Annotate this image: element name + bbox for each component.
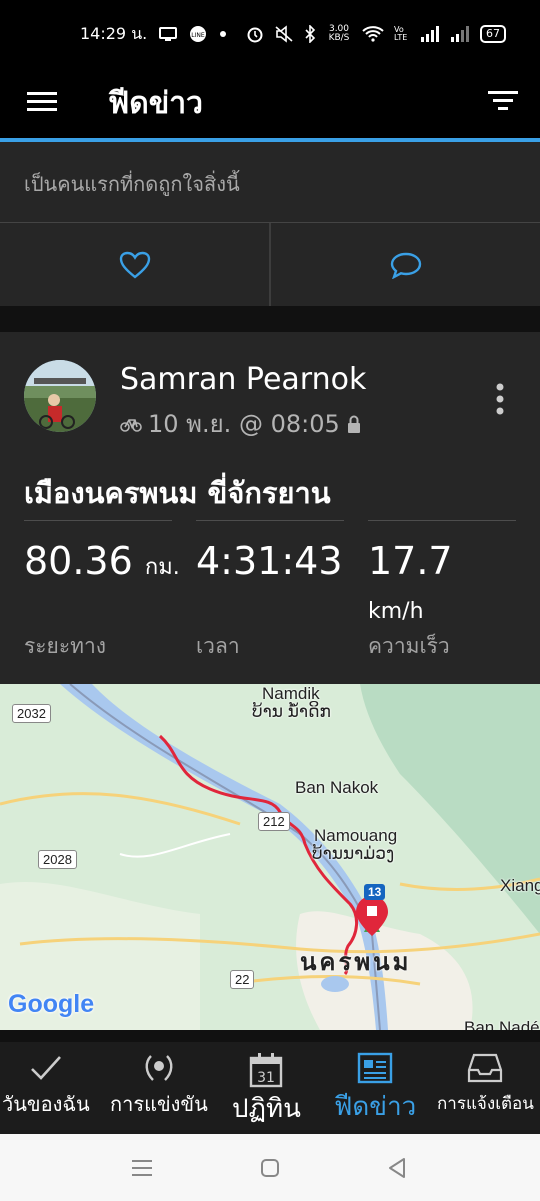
activity-meta: 10 พ.ย. @ 08:05 — [120, 404, 362, 443]
nav-calendar[interactable]: 31 ปฏิทิน — [232, 1052, 301, 1129]
hamburger-menu-icon[interactable] — [26, 86, 58, 118]
nav-notifications[interactable]: การแจ้งเตือน — [437, 1052, 534, 1117]
stat-label: เวลา — [196, 634, 240, 658]
home-icon[interactable] — [256, 1154, 284, 1182]
laurel-icon — [145, 1055, 173, 1081]
google-logo: Google — [8, 990, 94, 1019]
avatar[interactable] — [24, 360, 96, 432]
like-button[interactable] — [0, 223, 269, 306]
nav-label: ปฏิทิน — [232, 1094, 301, 1124]
wifi-icon — [362, 26, 384, 42]
mute-icon — [275, 25, 293, 43]
map-label: Xiang — [500, 876, 540, 895]
app-bar: ฟีดข่าว — [0, 68, 540, 140]
nav-newsfeed[interactable]: ฟีดข่าว — [334, 1052, 416, 1127]
nav-label: วันของฉัน — [2, 1092, 90, 1116]
map-label: Ban Nakok — [295, 778, 379, 797]
user-name[interactable]: Samran Pearnok — [120, 362, 366, 397]
stat-label: ความเร็ว — [368, 634, 450, 658]
dot-icon — [220, 31, 227, 37]
route-shield: 22 — [230, 970, 255, 989]
route-shield: 13 — [364, 884, 386, 900]
nav-label: ฟีดข่าว — [334, 1092, 417, 1122]
route-shield: 2032 — [12, 704, 51, 723]
nav-label: การแจ้งเตือน — [437, 1094, 534, 1114]
svg-text:LINE: LINE — [192, 32, 206, 39]
line-app-icon: LINE — [190, 26, 207, 42]
activity-title[interactable]: เมืองนครพนม ขี่จักรยาน — [24, 470, 331, 516]
nav-label: การแข่งขัน — [110, 1092, 208, 1116]
recent-apps-icon[interactable] — [128, 1154, 156, 1182]
filter-icon[interactable] — [486, 84, 520, 118]
stat-label: ระยะทาง — [24, 634, 107, 658]
network-speed: 3.00 KB/S — [328, 24, 350, 43]
nav-challenges[interactable]: การแข่งขัน — [110, 1052, 208, 1120]
bluetooth-icon — [305, 25, 316, 43]
stat-value: 80.36 — [24, 539, 133, 583]
status-bar: 14:29 น. LINE 3.00 KB/S Vo LTE 67 — [0, 0, 540, 68]
bottom-nav: วันของฉัน การแข่งขัน 31 ปฏิทิน ฟีดข่าว ก… — [0, 1030, 540, 1134]
alarm-icon — [247, 27, 263, 43]
cast-icon — [159, 27, 178, 41]
heart-icon — [119, 251, 150, 279]
stat-time: 4:31:43 เวลา — [196, 520, 344, 658]
feed-gap — [0, 306, 540, 332]
map-label: ບ້ານນາມ່ວງ — [312, 844, 395, 863]
activity-card[interactable]: Samran Pearnok 10 พ.ย. @ 08:05 เมืองนครพ… — [0, 332, 540, 684]
inbox-icon — [468, 1053, 503, 1083]
calendar-icon: 31 — [250, 1053, 283, 1088]
map-label: Namdik — [262, 684, 320, 703]
signal-icon — [421, 26, 439, 42]
stat-distance: 80.36 กม. ระยะทาง — [24, 520, 180, 658]
calendar-day: 31 — [258, 1070, 276, 1086]
back-icon[interactable] — [384, 1154, 412, 1182]
map-label: Ban Nadé — [464, 1018, 540, 1030]
status-time: 14:29 น. — [80, 23, 148, 43]
stat-unit: km/h — [368, 599, 424, 624]
map-label: นครพนม — [300, 949, 412, 976]
map-canvas — [0, 684, 540, 1030]
battery-indicator: 67 — [480, 25, 506, 43]
lock-icon — [347, 415, 360, 433]
activity-datetime: 10 พ.ย. @ 08:05 — [148, 410, 340, 438]
map-label: ບ້ານ ນ້ຳດິກ — [252, 702, 331, 721]
bicycle-icon — [120, 418, 142, 432]
page-title: ฟีดข่าว — [108, 86, 203, 121]
signal-2-icon — [451, 26, 469, 42]
stat-value: 17.7 — [368, 539, 453, 583]
stat-value: 4:31:43 — [196, 539, 343, 583]
stat-unit: กม. — [144, 555, 180, 580]
comment-button[interactable] — [271, 223, 540, 306]
volte-label: Vo LTE — [394, 25, 408, 42]
check-icon — [30, 1056, 61, 1080]
nav-my-day[interactable]: วันของฉัน — [2, 1052, 90, 1120]
system-nav-bar — [0, 1134, 540, 1201]
likes-text: เป็นคนแรกที่กดถูกใจสิ่งนี้ — [24, 172, 240, 196]
newsfeed-icon — [357, 1052, 393, 1084]
stat-speed: 17.7 km/h ความเร็ว — [368, 520, 516, 658]
likes-panel: เป็นคนแรกที่กดถูกใจสิ่งนี้ — [0, 142, 540, 306]
route-shield: 212 — [258, 812, 290, 831]
google-logo-text: Google — [8, 990, 95, 1018]
map-label: Namouang — [314, 826, 398, 845]
more-options-icon[interactable] — [488, 382, 512, 416]
route-shield: 2028 — [38, 850, 77, 869]
route-map[interactable]: Namdik ບ້ານ ນ້ຳດິກ Ban Nakok Namouang ບ້… — [0, 684, 540, 1030]
comment-icon — [390, 252, 421, 279]
